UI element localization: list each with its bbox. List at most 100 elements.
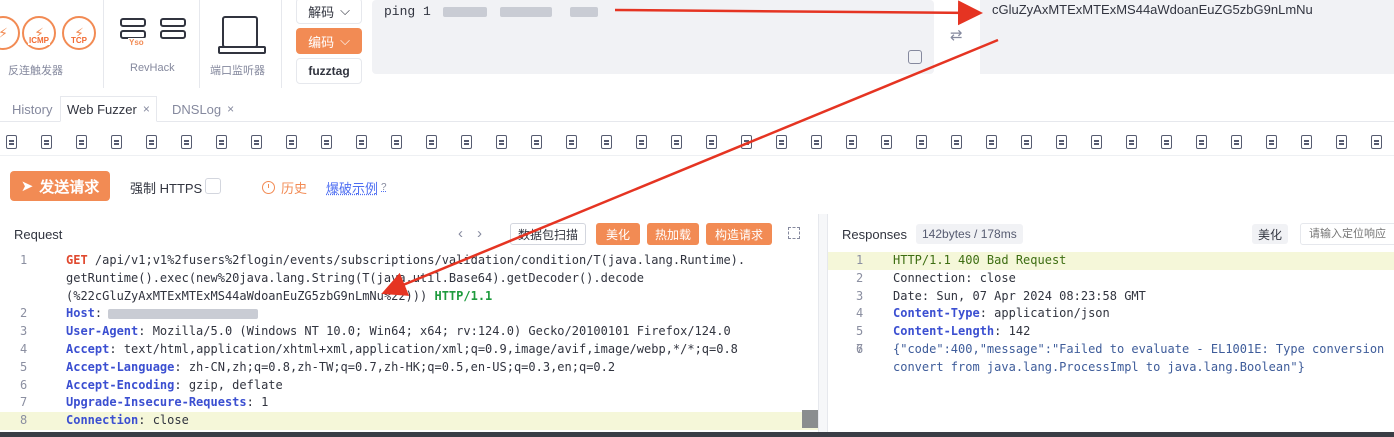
header-value: close	[145, 413, 189, 428]
file-tab-icon[interactable]	[1021, 135, 1032, 149]
file-tab-icon[interactable]	[146, 135, 157, 149]
file-tab-icon[interactable]	[1056, 135, 1067, 149]
line-number: 7	[20, 395, 28, 410]
redacted-text	[500, 6, 553, 17]
swap-icon[interactable]: ⇄	[950, 26, 963, 44]
file-tab-icon[interactable]	[321, 135, 332, 149]
file-tab-icon[interactable]	[391, 135, 402, 149]
port-monitor-group[interactable]: 端口监听器	[200, 0, 282, 88]
file-tab-icon[interactable]	[111, 135, 122, 149]
revhack-group[interactable]: Yso RevHack	[104, 0, 200, 88]
codec-input-field[interactable]: ping 1	[372, 0, 934, 74]
tcp-label: TCP	[70, 36, 88, 45]
brute-example-link[interactable]: 爆破示例 ?	[326, 178, 387, 197]
file-tab-icon[interactable]	[1231, 135, 1242, 149]
decode-button[interactable]: 解码 ⌵	[296, 0, 362, 24]
file-tab-icon[interactable]	[1091, 135, 1102, 149]
reverse-trigger-group[interactable]: ⚡ ⚡ ICMP ⚡ TCP 反连触发器	[0, 0, 104, 88]
header-value: zh-CN,zh;q=0.8,zh-TW;q=0.7,zh-HK;q=0.5,e…	[181, 359, 616, 374]
tab-bar: History Web Fuzzer × DNSLog ×	[0, 96, 1394, 122]
file-tab-icon[interactable]	[461, 135, 472, 149]
tab-dnslog[interactable]: DNSLog ×	[166, 96, 240, 122]
locate-response-input[interactable]	[1300, 223, 1394, 245]
build-request-button[interactable]: 构造请求	[706, 223, 772, 245]
history-link[interactable]: 历史	[262, 178, 307, 197]
file-tab-icon[interactable]	[1161, 135, 1172, 149]
file-tab-icon[interactable]	[741, 135, 752, 149]
file-tab-icon[interactable]	[1301, 135, 1312, 149]
file-tab-icon[interactable]	[706, 135, 717, 149]
expand-icon[interactable]	[788, 227, 800, 239]
file-tab-icon[interactable]	[426, 135, 437, 149]
file-tab-icon[interactable]	[1266, 135, 1277, 149]
colon: :	[174, 377, 182, 392]
file-tab-icon[interactable]	[986, 135, 997, 149]
force-https-checkbox[interactable]	[205, 178, 221, 194]
packet-scan-button[interactable]: 数据包扫描	[510, 223, 586, 245]
tab-web-fuzzer[interactable]: Web Fuzzer ×	[60, 96, 157, 122]
response-line-text: Connection: close	[893, 270, 1016, 285]
file-tab-icon[interactable]	[1196, 135, 1207, 149]
revhack-label: RevHack	[130, 62, 175, 74]
icmp-gauge-icon[interactable]: ⚡	[0, 16, 20, 50]
file-tab-icon[interactable]	[566, 135, 577, 149]
response-line: 5 Content-Length: 142	[828, 323, 1394, 341]
file-tab-icon[interactable]	[601, 135, 612, 149]
close-icon[interactable]: ×	[227, 102, 234, 116]
codec-output-field[interactable]: cGluZyAxMTExMTExMS44aWdoanEuZG5zbG9nLmNu	[980, 0, 1394, 74]
panel-divider[interactable]	[818, 214, 828, 437]
file-tab-icon[interactable]	[636, 135, 647, 149]
file-tab-icon[interactable]	[1371, 135, 1382, 149]
header-value: Mozilla/5.0 (Windows NT 10.0; Win64; x64…	[145, 324, 731, 339]
toolbar: ⚡ ⚡ ICMP ⚡ TCP 反连触发器 Yso RevHack 端口监听器 解…	[0, 0, 1394, 96]
redacted-text	[442, 6, 487, 17]
file-tab-icon[interactable]	[1126, 135, 1137, 149]
server-icon[interactable]	[160, 18, 186, 46]
file-tab-icon[interactable]	[286, 135, 297, 149]
header-name: Connection	[66, 413, 139, 428]
file-tab-icon[interactable]	[951, 135, 962, 149]
response-editor[interactable]: 1 HTTP/1.1 400 Bad Request 2 Connection: cl…	[828, 252, 1394, 430]
file-tab-icon[interactable]	[811, 135, 822, 149]
file-tab-icon[interactable]	[531, 135, 542, 149]
request-editor[interactable]: 1 GET /api/v1;v1%2fusers%2flogin/events/s…	[0, 252, 818, 430]
request-line: 7 Upgrade-Insecure-Requests: 1	[0, 394, 818, 412]
beautify-button[interactable]: 美化	[596, 223, 640, 245]
file-tab-icon[interactable]	[76, 135, 87, 149]
copy-icon[interactable]	[908, 50, 922, 64]
file-tab-icon[interactable]	[671, 135, 682, 149]
file-tab-icon[interactable]	[41, 135, 52, 149]
tab-history[interactable]: History	[6, 96, 58, 122]
encode-button[interactable]: 编码 ⌵	[296, 28, 362, 54]
redacted-text	[108, 308, 259, 319]
file-tab-icon[interactable]	[1336, 135, 1347, 149]
close-icon[interactable]: ×	[143, 102, 150, 116]
history-nav-arrows[interactable]: ‹›	[458, 225, 496, 242]
chevron-down-icon: ⌵	[340, 33, 350, 48]
reverse-trigger-label: 反连触发器	[8, 65, 63, 77]
encode-label: 编码	[308, 34, 335, 50]
file-tab-icon[interactable]	[251, 135, 262, 149]
file-tab-icon[interactable]	[916, 135, 927, 149]
redacted-text	[570, 6, 599, 17]
send-label: 发送请求	[39, 178, 100, 196]
request-line: getRuntime().exec(new%20java.lang.String…	[0, 270, 818, 288]
fuzztag-button[interactable]: fuzztag	[296, 58, 362, 84]
response-beautify-button[interactable]: 美化	[1252, 224, 1289, 244]
hot-load-button[interactable]: 热加载	[647, 223, 699, 245]
file-tab-icon[interactable]	[6, 135, 17, 149]
response-line: 1 HTTP/1.1 400 Bad Request	[828, 252, 1394, 270]
file-tab-icon[interactable]	[846, 135, 857, 149]
send-request-button[interactable]: ➤ 发送请求	[10, 171, 110, 201]
header-value: application/json	[986, 306, 1110, 321]
decode-label: 解码	[308, 4, 335, 20]
line-number: 4	[20, 341, 28, 356]
scrollbar-thumb[interactable]	[802, 410, 818, 428]
monitor-icon[interactable]	[218, 16, 266, 54]
file-tab-icon[interactable]	[356, 135, 367, 149]
file-tab-icon[interactable]	[181, 135, 192, 149]
file-tab-icon[interactable]	[216, 135, 227, 149]
file-tab-icon[interactable]	[776, 135, 787, 149]
file-tab-icon[interactable]	[881, 135, 892, 149]
file-tab-icon[interactable]	[496, 135, 507, 149]
